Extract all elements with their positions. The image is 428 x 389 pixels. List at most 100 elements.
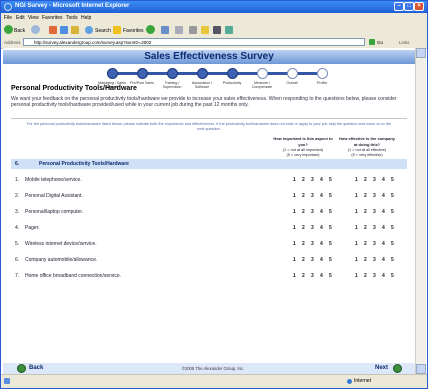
importance-rating-option[interactable]: 3: [311, 177, 314, 183]
step-dot-6[interactable]: [257, 68, 268, 79]
effectiveness-rating-option[interactable]: 5: [391, 193, 394, 199]
importance-rating-option[interactable]: 2: [302, 177, 305, 183]
importance-rating-option[interactable]: 4: [320, 193, 323, 199]
forward-arrow-icon[interactable]: [31, 25, 40, 34]
effectiveness-rating-option[interactable]: 4: [382, 241, 385, 247]
effectiveness-rating-option[interactable]: 3: [373, 193, 376, 199]
importance-rating-option[interactable]: 1: [293, 177, 296, 183]
importance-rating-option[interactable]: 5: [329, 193, 332, 199]
scroll-down-arrow-icon[interactable]: [416, 364, 426, 374]
effectiveness-rating-option[interactable]: 4: [382, 257, 385, 263]
importance-rating-option[interactable]: 5: [329, 177, 332, 183]
effectiveness-rating-option[interactable]: 1: [355, 193, 358, 199]
effectiveness-rating-option[interactable]: 3: [373, 225, 376, 231]
importance-rating-option[interactable]: 4: [320, 225, 323, 231]
menu-tools[interactable]: Tools: [66, 15, 78, 21]
go-button[interactable]: Go: [377, 40, 383, 45]
importance-rating-option[interactable]: 2: [302, 225, 305, 231]
importance-rating-option[interactable]: 3: [311, 241, 314, 247]
importance-rating-option[interactable]: 1: [293, 257, 296, 263]
effectiveness-rating-option[interactable]: 5: [391, 209, 394, 215]
effectiveness-rating-option[interactable]: 1: [355, 225, 358, 231]
links-button[interactable]: Links: [399, 40, 410, 45]
minimize-button[interactable]: –: [394, 2, 404, 11]
effectiveness-rating-option[interactable]: 1: [355, 209, 358, 215]
effectiveness-rating-option[interactable]: 1: [355, 273, 358, 279]
importance-rating-option[interactable]: 1: [293, 273, 296, 279]
toolbar-back-label[interactable]: Back: [14, 28, 25, 34]
importance-rating-option[interactable]: 5: [329, 225, 332, 231]
maximize-button[interactable]: □: [404, 2, 414, 11]
step-dot-8[interactable]: [317, 68, 328, 79]
media-icon[interactable]: [146, 25, 155, 34]
menu-edit[interactable]: Edit: [16, 15, 25, 21]
step-dot-3[interactable]: [167, 68, 178, 79]
importance-rating-option[interactable]: 3: [311, 257, 314, 263]
back-arrow-icon[interactable]: [4, 25, 13, 34]
importance-rating-option[interactable]: 2: [302, 209, 305, 215]
effectiveness-rating-option[interactable]: 3: [373, 273, 376, 279]
toolbar-search-label[interactable]: Search: [95, 28, 111, 34]
effectiveness-rating-option[interactable]: 5: [391, 257, 394, 263]
importance-rating-option[interactable]: 2: [302, 273, 305, 279]
importance-rating-option[interactable]: 5: [329, 241, 332, 247]
effectiveness-rating-option[interactable]: 1: [355, 177, 358, 183]
effectiveness-rating-option[interactable]: 3: [373, 257, 376, 263]
effectiveness-rating-option[interactable]: 4: [382, 273, 385, 279]
effectiveness-rating-option[interactable]: 2: [364, 241, 367, 247]
importance-rating-option[interactable]: 3: [311, 273, 314, 279]
go-arrow-icon[interactable]: [369, 39, 375, 45]
effectiveness-rating-option[interactable]: 2: [364, 193, 367, 199]
effectiveness-rating-option[interactable]: 5: [391, 273, 394, 279]
history-icon[interactable]: [161, 26, 169, 34]
stop-icon[interactable]: [49, 26, 57, 34]
search-icon[interactable]: [85, 26, 93, 34]
importance-rating-option[interactable]: 4: [320, 273, 323, 279]
menu-view[interactable]: View: [28, 15, 39, 21]
menu-file[interactable]: File: [4, 15, 12, 21]
folder-icon[interactable]: [201, 26, 209, 34]
importance-rating-option[interactable]: 5: [329, 257, 332, 263]
home-icon[interactable]: [71, 26, 79, 34]
importance-rating-option[interactable]: 5: [329, 273, 332, 279]
effectiveness-rating-option[interactable]: 4: [382, 177, 385, 183]
importance-rating-option[interactable]: 1: [293, 193, 296, 199]
effectiveness-rating-option[interactable]: 2: [364, 209, 367, 215]
effectiveness-rating-option[interactable]: 3: [373, 241, 376, 247]
importance-rating-option[interactable]: 4: [320, 209, 323, 215]
effectiveness-rating-option[interactable]: 2: [364, 257, 367, 263]
effectiveness-rating-option[interactable]: 5: [391, 241, 394, 247]
importance-rating-option[interactable]: 3: [311, 225, 314, 231]
importance-rating-option[interactable]: 2: [302, 193, 305, 199]
step-dot-4[interactable]: [197, 68, 208, 79]
step-dot-1[interactable]: [107, 68, 118, 79]
importance-rating-option[interactable]: 1: [293, 225, 296, 231]
effectiveness-rating-option[interactable]: 1: [355, 241, 358, 247]
step-dot-2[interactable]: [137, 68, 148, 79]
effectiveness-rating-option[interactable]: 4: [382, 193, 385, 199]
importance-rating-option[interactable]: 1: [293, 209, 296, 215]
effectiveness-rating-option[interactable]: 2: [364, 177, 367, 183]
importance-rating-option[interactable]: 4: [320, 241, 323, 247]
menu-help[interactable]: Help: [81, 15, 91, 21]
importance-rating-option[interactable]: 4: [320, 177, 323, 183]
print-icon[interactable]: [189, 26, 197, 34]
menu-favorites[interactable]: Favorites: [42, 15, 63, 21]
effectiveness-rating-option[interactable]: 4: [382, 209, 385, 215]
importance-rating-option[interactable]: 2: [302, 241, 305, 247]
messenger-icon[interactable]: [213, 26, 221, 34]
importance-rating-option[interactable]: 2: [302, 257, 305, 263]
effectiveness-rating-option[interactable]: 2: [364, 273, 367, 279]
address-input[interactable]: http://survey.alexandergroup.com/survey.…: [23, 38, 365, 46]
importance-rating-option[interactable]: 3: [311, 209, 314, 215]
toolbar-favorites-label[interactable]: Favorites: [123, 28, 144, 34]
importance-rating-option[interactable]: 5: [329, 209, 332, 215]
close-button[interactable]: ×: [414, 2, 424, 11]
effectiveness-rating-option[interactable]: 4: [382, 225, 385, 231]
favorites-star-icon[interactable]: [113, 26, 121, 34]
importance-rating-option[interactable]: 4: [320, 257, 323, 263]
refresh-icon[interactable]: [60, 26, 68, 34]
importance-rating-option[interactable]: 1: [293, 241, 296, 247]
step-dot-5[interactable]: [227, 68, 238, 79]
step-dot-7[interactable]: [287, 68, 298, 79]
